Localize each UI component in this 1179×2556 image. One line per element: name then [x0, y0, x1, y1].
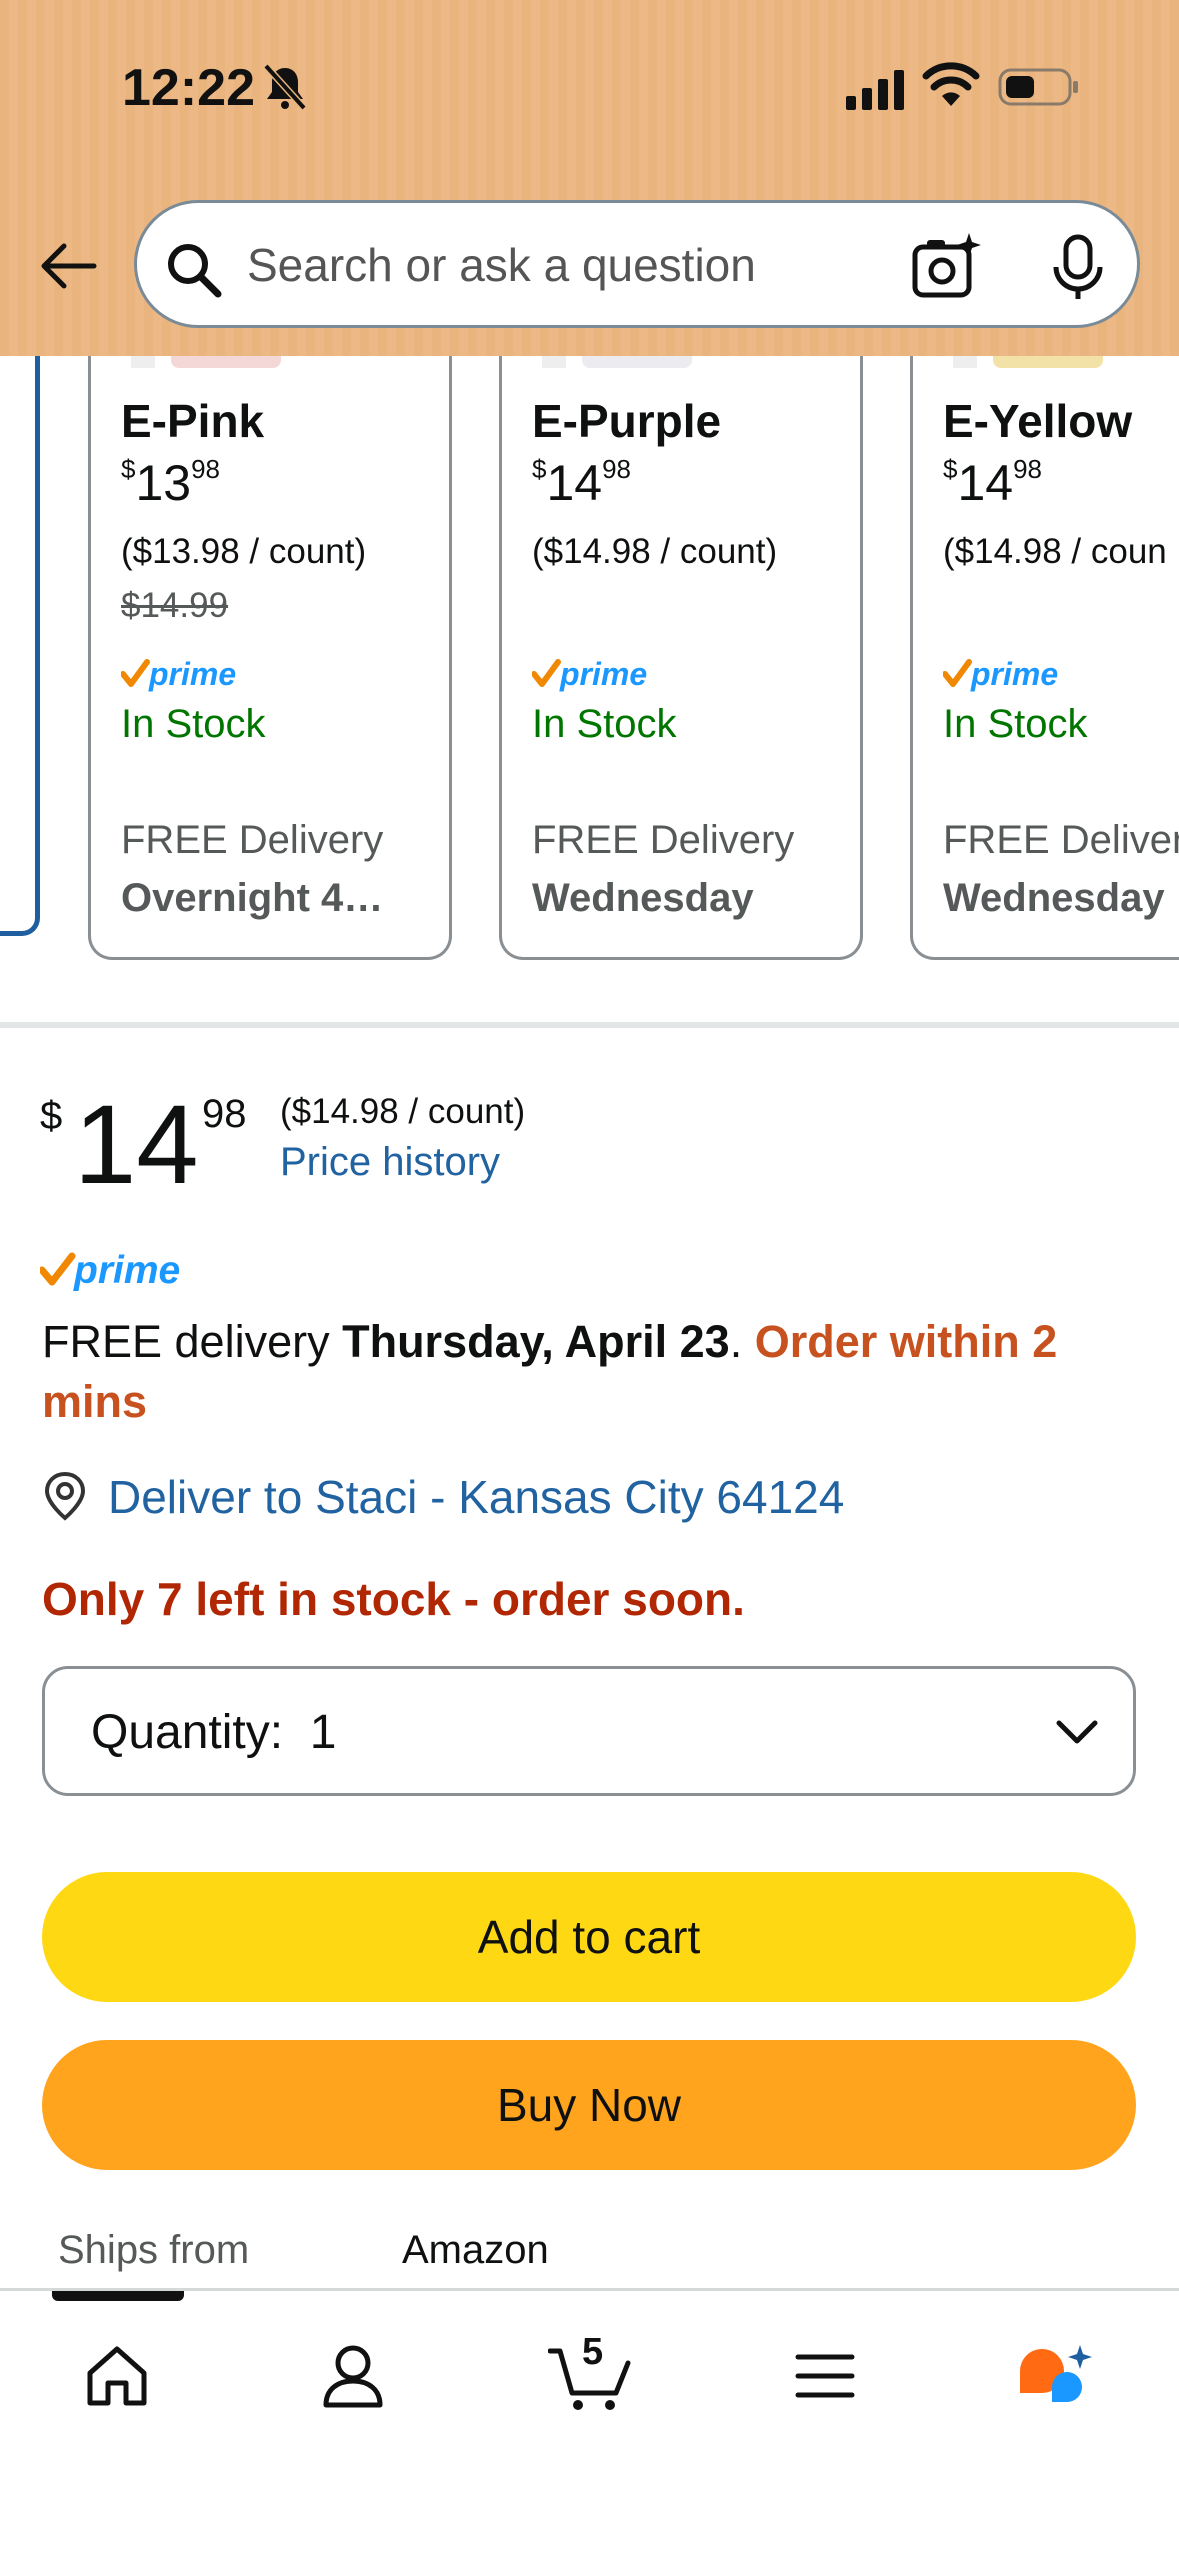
search-bar[interactable]	[134, 200, 1140, 328]
wifi-icon	[922, 62, 980, 106]
back-arrow-icon[interactable]	[36, 234, 100, 298]
prime-badge-icon: prime	[532, 656, 647, 692]
variant-card-yellow[interactable]: E-Yellow $1498 ($14.98 / coun prime In S…	[910, 356, 1179, 960]
ships-from-label: Ships from	[58, 2228, 250, 2272]
svg-text:prime: prime	[970, 656, 1058, 692]
chevron-down-icon	[1056, 1720, 1098, 1744]
variant-unit-price: ($13.98 / count)	[121, 532, 367, 571]
account-icon[interactable]	[318, 2341, 388, 2411]
ships-from-value: Amazon	[402, 2228, 549, 2272]
variant-delivery-label: FREE Delivery	[532, 818, 795, 862]
product-thumbnail	[542, 356, 692, 368]
product-thumbnail	[131, 356, 281, 368]
variant-carousel[interactable]: E-Pink $1398 ($13.98 / count) $14.99 pri…	[0, 356, 1179, 996]
menu-icon[interactable]	[790, 2341, 860, 2411]
top-header: 12:22	[0, 0, 1179, 356]
variant-unit-price: ($14.98 / count)	[532, 532, 778, 571]
active-tab-indicator	[52, 2291, 184, 2301]
variant-list-price: $14.99	[121, 586, 229, 625]
variant-unit-price: ($14.98 / coun	[943, 532, 1167, 571]
variant-delivery-day: Wednesday	[943, 876, 1165, 920]
variant-price: $1398	[121, 454, 221, 511]
variant-name: E-Yellow	[943, 395, 1133, 447]
status-time: 12:22	[122, 59, 255, 117]
stock-warning: Only 7 left in stock - order soon.	[42, 1573, 745, 1625]
quantity-select[interactable]: Quantity: 1	[42, 1666, 1136, 1796]
variant-name: E-Purple	[532, 395, 722, 447]
section-divider	[0, 1022, 1179, 1028]
home-icon[interactable]	[82, 2341, 152, 2411]
variant-availability: In Stock	[532, 702, 677, 746]
variant-delivery-day: Wednesday	[532, 876, 754, 920]
svg-text:prime: prime	[148, 656, 236, 692]
variant-name: E-Pink	[121, 395, 265, 447]
svg-text:prime: prime	[73, 1249, 180, 1292]
prime-badge-icon: prime	[40, 1249, 180, 1292]
variant-delivery-day: Overnight 4…	[121, 876, 384, 920]
selected-variant-card[interactable]	[0, 356, 40, 936]
cart-count-badge: 5	[582, 2331, 604, 2373]
rufus-assistant-icon[interactable]	[1014, 2341, 1094, 2411]
location-pin-icon	[44, 1471, 86, 1521]
cellular-signal-icon	[846, 70, 904, 110]
prime-badge-icon: prime	[943, 656, 1058, 692]
deliver-to-link[interactable]: Deliver to Staci - Kansas City 64124	[108, 1470, 844, 1524]
buy-now-button[interactable]: Buy Now	[42, 2040, 1136, 2170]
microphone-icon[interactable]	[1049, 233, 1107, 303]
delivery-message: FREE delivery Thursday, April 23. Order …	[42, 1316, 1058, 1427]
variant-delivery-label: FREE Delivery	[121, 818, 384, 862]
variant-availability: In Stock	[943, 702, 1088, 746]
variant-price: $1498	[532, 454, 632, 511]
variant-delivery-label: FREE Deliver	[943, 818, 1179, 862]
variant-availability: In Stock	[121, 702, 266, 746]
camera-lens-icon[interactable]	[911, 231, 981, 301]
variant-card-pink[interactable]: E-Pink $1398 ($13.98 / count) $14.99 pri…	[88, 356, 452, 960]
add-to-cart-button[interactable]: Add to cart	[42, 1872, 1136, 2002]
search-input[interactable]	[247, 229, 897, 301]
battery-icon	[998, 68, 1078, 106]
svg-text:prime: prime	[559, 656, 647, 692]
buybox-unit-price: ($14.98 / count)	[280, 1092, 526, 1131]
prime-badge-icon: prime	[121, 656, 236, 692]
bell-muted-icon	[263, 63, 307, 111]
variant-price: $1498	[943, 454, 1043, 511]
quantity-label: Quantity: 1	[91, 1706, 337, 1759]
search-icon	[168, 244, 222, 298]
price-history-link[interactable]: Price history	[280, 1140, 500, 1185]
bottom-nav: 5	[0, 2288, 1179, 2556]
variant-card-purple[interactable]: E-Purple $1498 ($14.98 / count) prime In…	[499, 356, 863, 960]
product-thumbnail	[953, 356, 1103, 368]
